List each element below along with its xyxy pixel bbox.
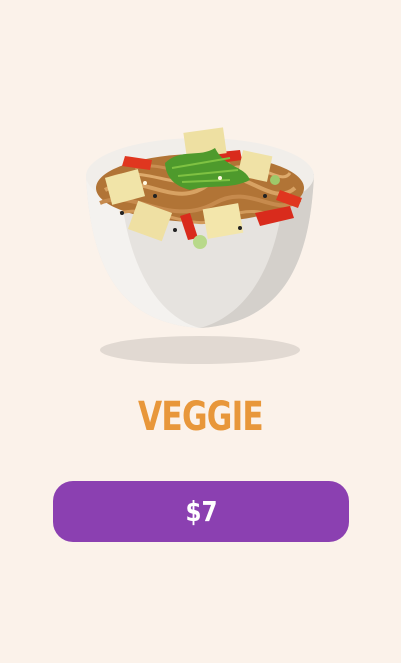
product-title: VEGGIE <box>138 394 264 440</box>
price-label: $7 <box>185 495 217 528</box>
product-card: VEGGIE $7 <box>0 0 401 663</box>
noodle-bowl-icon <box>86 127 314 364</box>
price-button[interactable]: $7 <box>53 481 349 542</box>
